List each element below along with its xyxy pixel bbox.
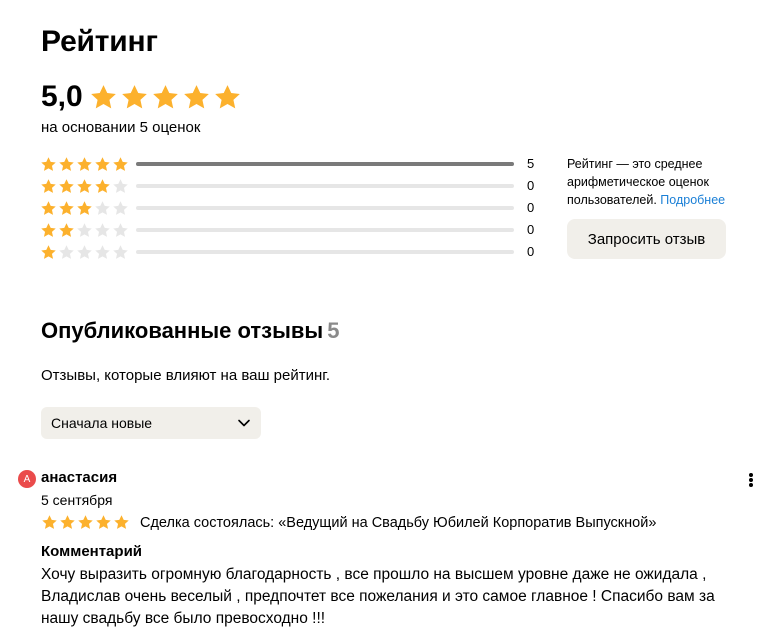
avatar: А [18,470,36,488]
rating-stars [89,83,242,112]
distribution-bar [136,228,514,232]
review-date: 5 сентября [41,492,113,508]
star-icon [59,200,74,215]
deal-info: Сделка состоялась: «Ведущий на Свадьбу Ю… [140,514,657,531]
reviewer-name[interactable]: анастасия [41,469,117,486]
review-stars [41,514,130,531]
distribution-bar-fill [136,162,514,166]
page-title: Рейтинг [41,25,158,58]
reviews-count: 5 [327,318,340,343]
distribution-count: 0 [527,178,535,193]
star-icon [77,178,92,193]
star-icon [96,515,111,529]
star-icon [59,244,74,259]
comment-title: Комментарий [41,543,143,560]
star-icon [113,178,128,193]
rating-info: Рейтинг — это среднее арифметическое оце… [567,155,752,209]
star-icon [152,84,178,108]
distribution-stars [40,178,130,195]
star-icon [59,156,74,171]
more-options-icon[interactable] [743,471,759,489]
distribution-bar [136,250,514,254]
star-icon [77,156,92,171]
distribution-stars [40,222,130,239]
star-icon [113,222,128,237]
star-icon [114,515,129,529]
distribution-bar [136,206,514,210]
star-icon [78,515,93,529]
star-icon [214,84,240,108]
more-link[interactable]: Подробнее [660,193,725,207]
distribution-count: 0 [527,244,535,259]
review-rating-row: Сделка состоялась: «Ведущий на Свадьбу Ю… [41,514,656,531]
section-subtitle: Отзывы, которые влияют на ваш рейтинг. [41,367,331,384]
distribution-row-5: 5 [40,155,540,173]
sort-select[interactable]: Сначала новые [41,407,261,439]
rating-score: 5,0 [41,80,83,113]
section-title-text: Опубликованные отзывы [41,318,324,343]
star-icon [41,178,56,193]
star-icon [183,84,209,108]
distribution-row-1: 0 [40,243,540,261]
distribution-row-2: 0 [40,221,540,239]
star-icon [41,200,56,215]
distribution-bar [136,184,514,188]
rating-caption: на основании 5 оценок [41,119,201,136]
sort-selected-value: Сначала новые [51,415,153,431]
star-icon [90,84,116,108]
star-icon [95,244,110,259]
star-icon [42,515,57,529]
distribution-stars [40,156,130,173]
star-icon [41,156,56,171]
star-icon [113,156,128,171]
star-icon [77,222,92,237]
star-icon [41,244,56,259]
distribution-row-4: 0 [40,177,540,195]
star-icon [59,178,74,193]
request-review-button[interactable]: Запросить отзыв [567,219,726,259]
star-icon [121,84,147,108]
distribution-count: 0 [527,200,535,215]
distribution-row-3: 0 [40,199,540,217]
star-icon [60,515,75,529]
rating-summary: 5,0 [41,80,242,114]
star-icon [95,178,110,193]
star-icon [77,200,92,215]
distribution-stars [40,244,130,261]
star-icon [95,200,110,215]
star-icon [95,222,110,237]
star-icon [95,156,110,171]
star-icon [113,244,128,259]
star-icon [59,222,74,237]
comment-text: Хочу выразить огромную благодарность , в… [41,566,715,627]
star-icon [113,200,128,215]
distribution-bar [136,162,514,166]
distribution-count: 5 [527,156,535,171]
star-icon [41,222,56,237]
star-icon [77,244,92,259]
distribution-count: 0 [527,222,535,237]
chevron-down-icon [238,419,250,427]
distribution-stars [40,200,130,217]
section-title: Опубликованные отзывы 5 [41,318,339,344]
